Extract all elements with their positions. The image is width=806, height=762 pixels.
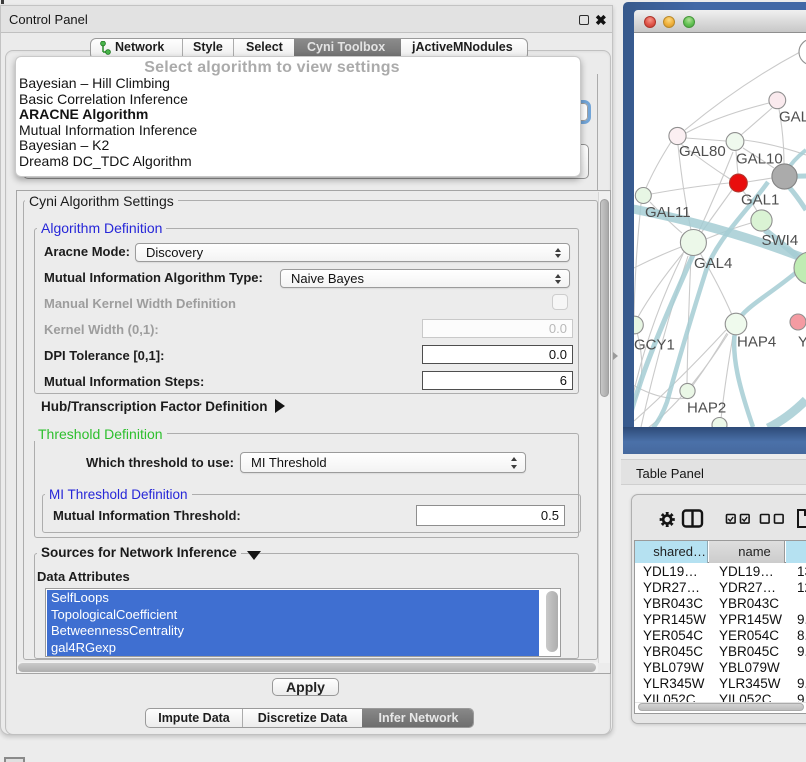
svg-text:HAP4: HAP4 xyxy=(737,334,776,351)
svg-text:HAP2: HAP2 xyxy=(687,400,726,417)
svg-text:GAL1: GAL1 xyxy=(741,192,779,209)
svg-text:GAL4: GAL4 xyxy=(694,255,732,272)
svg-text:GAL10: GAL10 xyxy=(736,151,783,168)
svg-text:YJ: YJ xyxy=(798,334,806,351)
svg-text:GAL80: GAL80 xyxy=(679,143,726,160)
svg-text:SWI4: SWI4 xyxy=(762,232,799,249)
svg-text:GCY1: GCY1 xyxy=(634,337,675,354)
svg-text:GAL2: GAL2 xyxy=(779,109,806,126)
svg-text:GAL11: GAL11 xyxy=(645,204,691,221)
